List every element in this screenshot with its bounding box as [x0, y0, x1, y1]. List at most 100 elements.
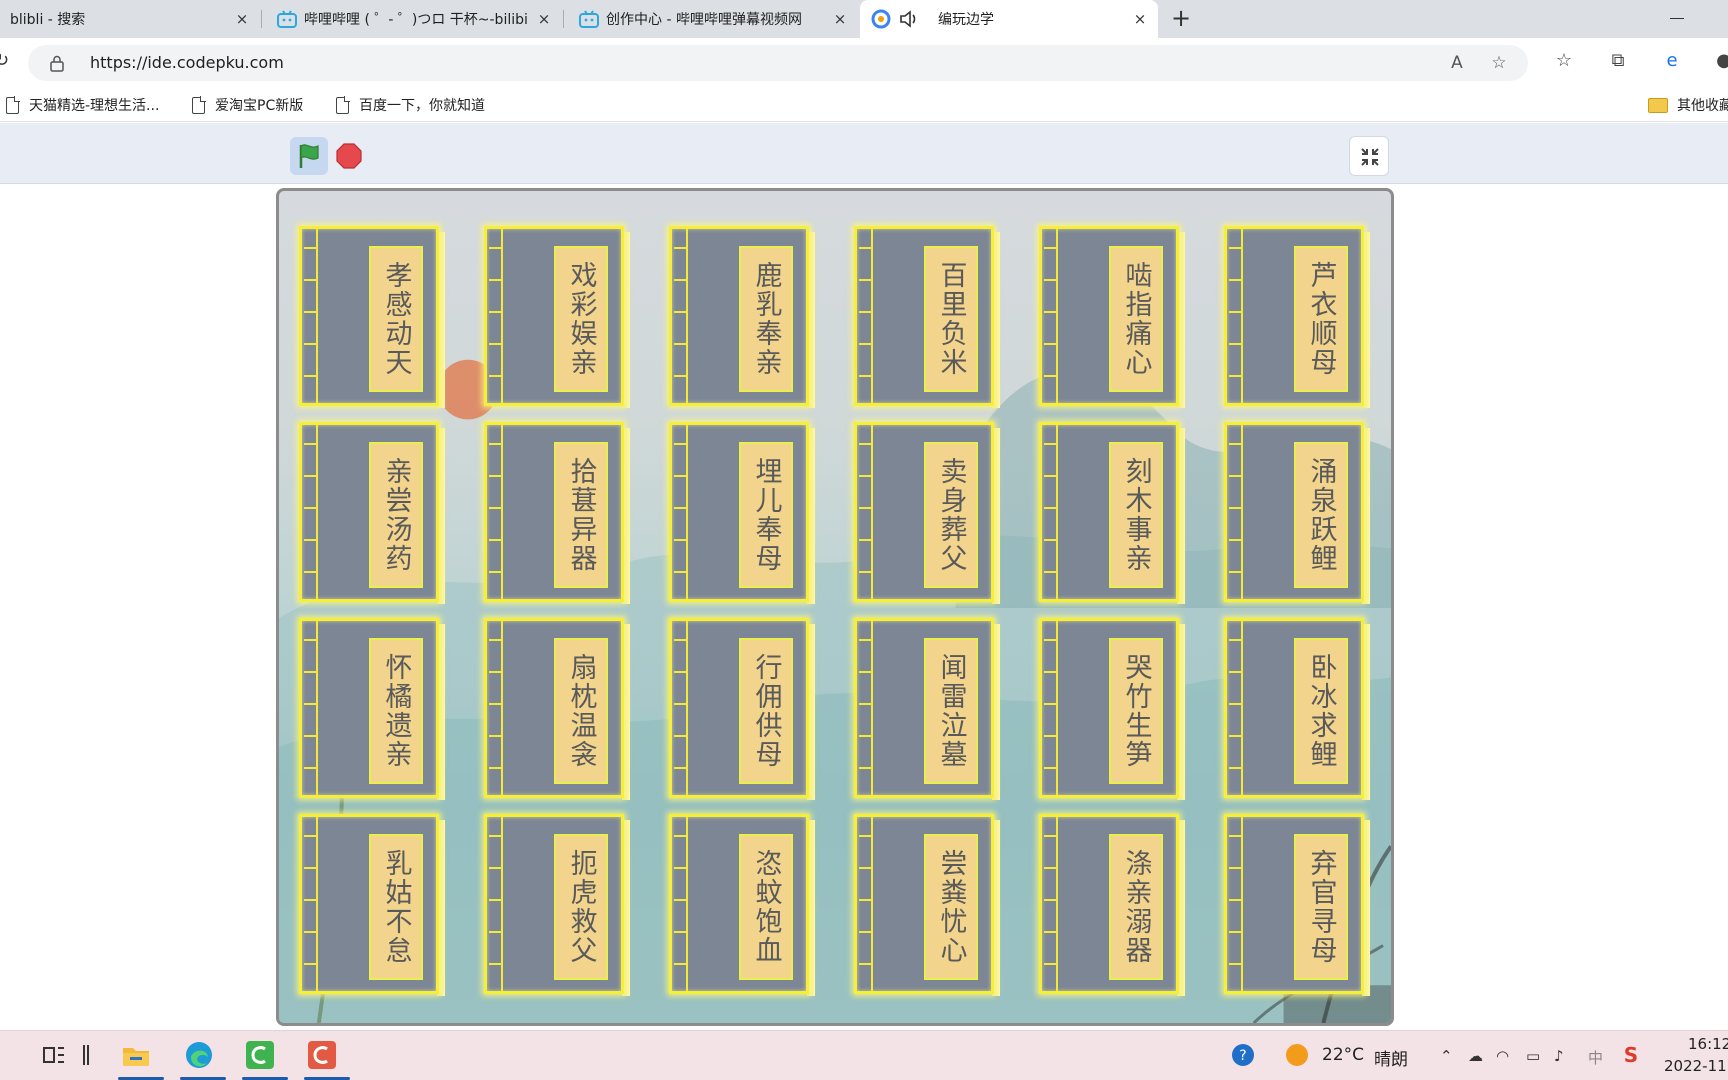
- story-card[interactable]: 涌泉跃鲤: [1224, 422, 1370, 604]
- folder-icon: [1648, 97, 1668, 113]
- story-card[interactable]: 芦衣顺母: [1224, 226, 1370, 408]
- green-flag-icon: [299, 144, 319, 168]
- close-icon[interactable]: ×: [536, 11, 552, 27]
- ime-indicator[interactable]: 中: [1588, 1047, 1603, 1068]
- card-title-slip: 卖身葬父: [924, 442, 978, 588]
- card-cover: 恣蚊饱血: [669, 814, 809, 994]
- tab-creator-center[interactable]: 创作中心 - 哔哩哔哩弹幕视频网 ×: [568, 0, 858, 38]
- tab-title: 哔哩哔哩 ( ゜- ゜)つロ 干杯~-bilibi: [304, 12, 528, 28]
- collections-icon[interactable]: ⧉: [1606, 50, 1630, 74]
- close-icon[interactable]: ×: [1132, 11, 1148, 27]
- camtasia-red-icon[interactable]: [306, 1039, 338, 1071]
- story-card[interactable]: 卧冰求鲤: [1224, 618, 1370, 800]
- card-title-slip: 啮指痛心: [1109, 246, 1163, 392]
- story-card[interactable]: 哭竹生笋: [1039, 618, 1185, 800]
- favorites-icon[interactable]: ☆: [1552, 50, 1576, 74]
- reload-icon[interactable]: ↻: [0, 50, 14, 74]
- book-binding: [1229, 229, 1243, 403]
- page-icon: [6, 95, 20, 114]
- camtasia-green-icon[interactable]: [244, 1039, 276, 1071]
- exit-fullscreen-button[interactable]: [1349, 136, 1389, 176]
- story-card[interactable]: 拾葚异器: [484, 422, 630, 604]
- edge-extension-icon[interactable]: e: [1660, 50, 1684, 74]
- story-card[interactable]: 怀橘遗亲: [299, 618, 445, 800]
- story-card[interactable]: 亲尝汤药: [299, 422, 445, 604]
- card-title: 扼虎救父: [565, 849, 597, 965]
- story-card[interactable]: 百里负米: [854, 226, 1000, 408]
- url-text[interactable]: https://ide.codepku.com: [90, 53, 284, 72]
- bookmark-aitaobao[interactable]: 爱淘宝PC新版: [192, 94, 303, 116]
- story-card[interactable]: 扼虎救父: [484, 814, 630, 996]
- edge-browser-icon[interactable]: [183, 1039, 215, 1071]
- card-title-slip: 闻雷泣墓: [924, 638, 978, 784]
- codepku-icon: [870, 8, 892, 30]
- tab-bilibili[interactable]: 哔哩哔哩 ( ゜- ゜)つロ 干杯~-bilibi ×: [266, 0, 562, 38]
- new-tab-button[interactable]: +: [1168, 6, 1194, 32]
- speaker-icon[interactable]: [898, 8, 920, 30]
- tab-codepku-active[interactable]: 编玩边学 ×: [860, 0, 1158, 38]
- story-card[interactable]: 卖身葬父: [854, 422, 1000, 604]
- bookmarks-bar: 天猫精选-理想生活... 爱淘宝PC新版 百度一下，你就知道 其他收藏: [0, 88, 1728, 122]
- story-card[interactable]: 恣蚊饱血: [669, 814, 815, 996]
- book-binding: [1229, 425, 1243, 599]
- green-flag-button[interactable]: [290, 137, 328, 175]
- story-card[interactable]: 戏彩娱亲: [484, 226, 630, 408]
- book-binding: [1044, 817, 1058, 991]
- weather-sun-icon[interactable]: [1284, 1039, 1310, 1071]
- game-stage[interactable]: 孝感动天 戏彩娱亲 鹿乳奉亲 百里负米 啮指痛心 芦衣顺母亲尝汤药 拾葚异器 埋儿奉母 卖身葬父…: [276, 188, 1394, 1026]
- clock-time[interactable]: 16:12: [1688, 1035, 1728, 1053]
- card-cover: 行佣供母: [669, 618, 809, 798]
- other-bookmarks-folder[interactable]: 其他收藏: [1648, 94, 1728, 116]
- story-card[interactable]: 乳姑不怠: [299, 814, 445, 996]
- story-card[interactable]: 扇枕温衾: [484, 618, 630, 800]
- story-card[interactable]: 刻木事亲: [1039, 422, 1185, 604]
- file-explorer-icon[interactable]: [120, 1039, 152, 1071]
- story-card[interactable]: 埋儿奉母: [669, 422, 815, 604]
- story-card[interactable]: 行佣供母: [669, 618, 815, 800]
- story-card[interactable]: 孝感动天: [299, 226, 445, 408]
- bookmark-baidu[interactable]: 百度一下，你就知道: [336, 94, 485, 116]
- story-card[interactable]: 弃官寻母: [1224, 814, 1370, 996]
- clock-date[interactable]: 2022-11: [1664, 1057, 1727, 1075]
- card-cover: 埋儿奉母: [669, 422, 809, 602]
- card-title-slip: 哭竹生笋: [1109, 638, 1163, 784]
- card-cover: 啮指痛心: [1039, 226, 1179, 406]
- story-card[interactable]: 鹿乳奉亲: [669, 226, 815, 408]
- tab-blibli-search[interactable]: blibli - 搜索 ×: [0, 0, 260, 38]
- book-binding: [674, 621, 688, 795]
- wifi-icon[interactable]: ◠: [1496, 1047, 1509, 1065]
- address-bar[interactable]: https://ide.codepku.com A ☆: [28, 45, 1528, 81]
- story-card[interactable]: 闻雷泣墓: [854, 618, 1000, 800]
- battery-icon[interactable]: ▭: [1526, 1047, 1540, 1065]
- cloud-icon[interactable]: ☁: [1468, 1047, 1483, 1065]
- card-cover: 扇枕温衾: [484, 618, 624, 798]
- bookmark-label: 爱淘宝PC新版: [215, 98, 304, 114]
- card-title: 行佣供母: [750, 653, 782, 769]
- favorite-star-icon[interactable]: ☆: [1488, 53, 1510, 75]
- minimize-icon[interactable]: [1668, 10, 1690, 26]
- lock-icon[interactable]: [50, 55, 64, 72]
- book-binding: [1044, 425, 1058, 599]
- task-view-icon[interactable]: [38, 1039, 70, 1071]
- profile-avatar[interactable]: ●: [1712, 50, 1728, 74]
- sogou-input-icon[interactable]: S: [1618, 1039, 1644, 1071]
- stop-button[interactable]: [336, 143, 362, 169]
- card-title: 孝感动天: [380, 261, 412, 377]
- close-icon[interactable]: ×: [234, 11, 250, 27]
- card-title: 芦衣顺母: [1305, 261, 1337, 377]
- weather-temperature[interactable]: 22°C: [1322, 1045, 1364, 1065]
- read-aloud-icon[interactable]: A: [1446, 53, 1468, 75]
- close-icon[interactable]: ×: [832, 11, 848, 27]
- volume-icon[interactable]: ♪: [1554, 1047, 1564, 1065]
- bookmark-tmall[interactable]: 天猫精选-理想生活...: [6, 94, 159, 116]
- card-title-slip: 刻木事亲: [1109, 442, 1163, 588]
- help-icon[interactable]: ?: [1230, 1039, 1256, 1071]
- weather-condition[interactable]: 晴朗: [1374, 1045, 1408, 1070]
- story-card[interactable]: 涤亲溺器: [1039, 814, 1185, 996]
- card-title: 啮指痛心: [1120, 261, 1152, 377]
- card-title: 闻雷泣墓: [935, 653, 967, 769]
- card-cover: 怀橘遗亲: [299, 618, 439, 798]
- chevron-up-icon[interactable]: ⌃: [1440, 1047, 1453, 1065]
- story-card[interactable]: 尝粪忧心: [854, 814, 1000, 996]
- story-card[interactable]: 啮指痛心: [1039, 226, 1185, 408]
